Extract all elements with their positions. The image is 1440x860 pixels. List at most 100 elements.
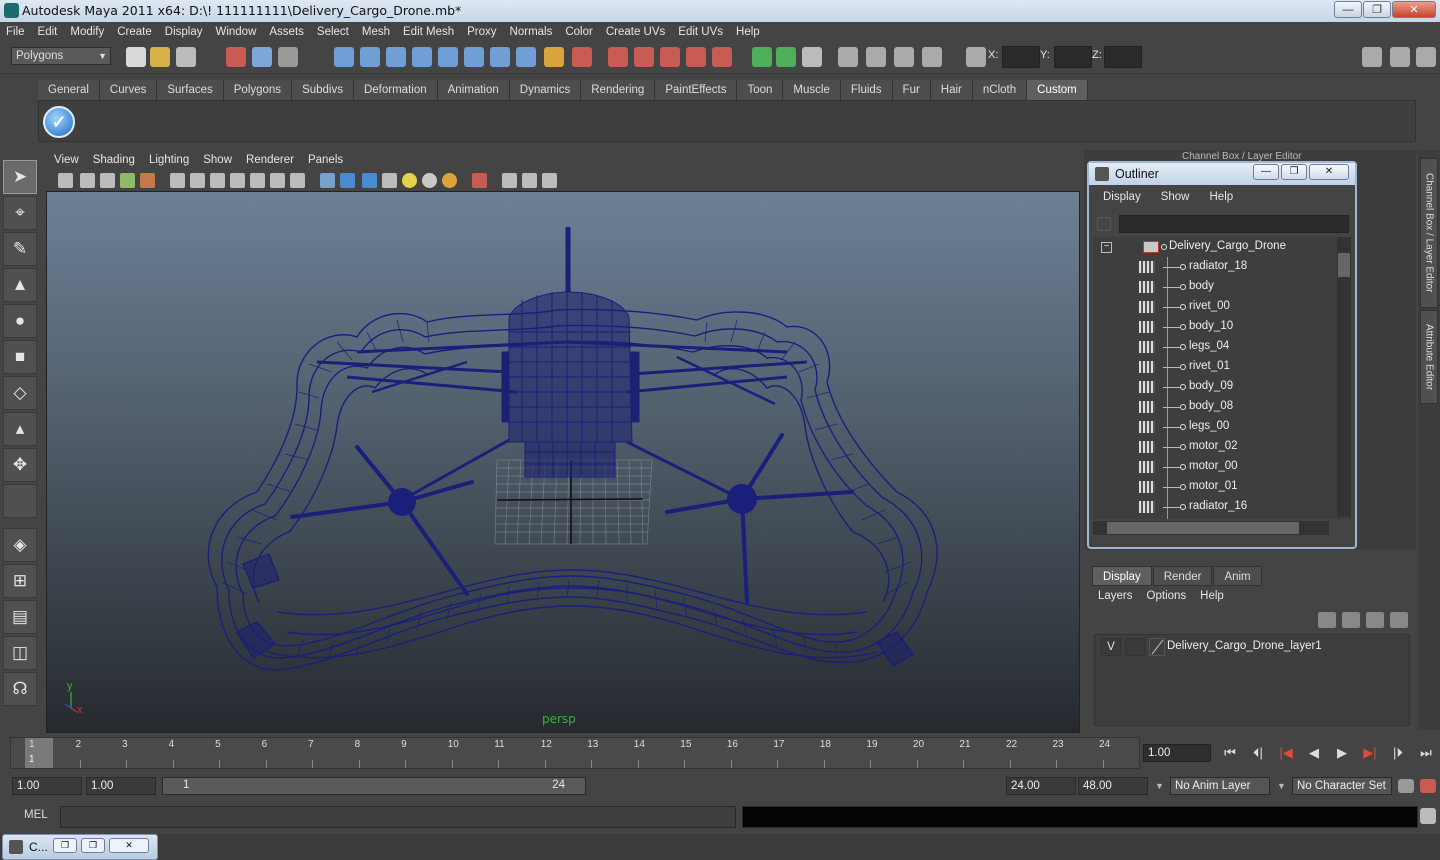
move-layer-up-icon[interactable] (1318, 612, 1336, 628)
menu-file[interactable]: File (6, 26, 25, 38)
collapse-icon[interactable]: − (1101, 242, 1112, 253)
show-manipulator-icon[interactable]: ✥ (3, 448, 37, 482)
camera-icon[interactable] (866, 47, 886, 67)
four-view-layout-icon[interactable]: ⊞ (3, 564, 37, 598)
anim-layer-dropdown[interactable]: ▼ No Anim Layer (1155, 777, 1270, 795)
make-live-icon[interactable] (438, 47, 458, 67)
outliner-item[interactable]: rivet_01 (1093, 357, 1333, 377)
tab-channel-box[interactable]: Channel Box / Layer Editor (1420, 158, 1438, 308)
current-frame-field[interactable]: 1.00 (1143, 744, 1211, 762)
safe-action-icon[interactable] (270, 173, 285, 188)
preferences-icon[interactable] (1420, 779, 1436, 793)
outliner-menu-help[interactable]: Help (1210, 191, 1234, 203)
shelf-tab-animation[interactable]: Animation (437, 80, 510, 100)
textured-icon[interactable] (382, 173, 397, 188)
menu-create[interactable]: Create (117, 26, 152, 38)
wireframe-icon[interactable] (320, 173, 335, 188)
outliner-filter-input[interactable] (1119, 215, 1349, 233)
menu-edit-uvs[interactable]: Edit UVs (678, 26, 723, 38)
menu-set-dropdown[interactable]: Polygons ▼ (11, 47, 111, 65)
paint-select-icon[interactable]: ✎ (3, 232, 37, 266)
layer-menu-options[interactable]: Options (1147, 590, 1187, 602)
playback-end-field[interactable]: 24.00 (1006, 777, 1076, 795)
attribute-editor-toggle-icon[interactable] (802, 47, 822, 67)
snap-grid-icon[interactable] (334, 47, 354, 67)
safe-title-icon[interactable] (290, 173, 305, 188)
select-object-icon[interactable] (252, 47, 272, 67)
start-time-field[interactable]: 1.00 (12, 777, 82, 795)
menu-edit-mesh[interactable]: Edit Mesh (403, 26, 454, 38)
shelf-tab-general[interactable]: General (38, 80, 100, 100)
channel-box-icon[interactable] (1390, 47, 1410, 67)
new-scene-icon[interactable] (126, 47, 146, 67)
xray-joints-icon[interactable] (522, 173, 537, 188)
construction-history-icon[interactable] (572, 47, 592, 67)
save-scene-icon[interactable] (176, 47, 196, 67)
maximize-button[interactable]: ❐ (1363, 1, 1391, 18)
select-component-icon[interactable] (278, 47, 298, 67)
snap-curve-icon[interactable] (360, 47, 380, 67)
sidebar-toggle-icon[interactable] (752, 47, 772, 67)
outliner-horizontal-scrollbar[interactable] (1093, 521, 1329, 535)
shelf-tab-fluids[interactable]: Fluids (840, 80, 893, 100)
minimized-window[interactable]: C... ❐ ❐ ✕ (2, 834, 158, 860)
outliner-item[interactable]: body_10 (1093, 317, 1333, 337)
menu-window[interactable]: Window (215, 26, 256, 38)
input-ops-icon[interactable] (464, 47, 484, 67)
xray-icon[interactable] (502, 173, 517, 188)
checkmark-icon[interactable]: ✓ (43, 106, 75, 138)
viewport-menu-panels[interactable]: Panels (308, 154, 343, 166)
outliner-item[interactable]: radiator_16 (1093, 497, 1333, 517)
minimized-restore-button[interactable]: ❐ (53, 838, 77, 853)
outliner-scroll-thumb[interactable] (1338, 253, 1350, 277)
menu-create-uvs[interactable]: Create UVs (606, 26, 665, 38)
layer-menu-help[interactable]: Help (1200, 590, 1224, 602)
layer-row[interactable]: V Delivery_Cargo_Drone_layer1 (1099, 638, 1399, 656)
outliner-menu-display[interactable]: Display (1103, 191, 1141, 203)
absolute-transform-icon[interactable] (966, 47, 986, 67)
shelf-tab-muscle[interactable]: Muscle (783, 80, 841, 100)
render-current-frame-icon[interactable] (608, 47, 628, 67)
playback-start-field[interactable]: 1.00 (86, 777, 156, 795)
command-language-label[interactable]: MEL (24, 809, 48, 821)
layer-visibility-toggle[interactable]: V (1101, 638, 1121, 656)
outliner-root-row[interactable]: − Delivery_Cargo_Drone (1093, 237, 1333, 257)
isolate-select-icon[interactable] (472, 173, 487, 188)
ipr-render-icon[interactable] (634, 47, 654, 67)
shelf-tab-polygons[interactable]: Polygons (223, 80, 293, 100)
end-time-field[interactable]: 48.00 (1078, 777, 1148, 795)
layer-tab-render[interactable]: Render (1152, 566, 1213, 586)
range-slider[interactable]: 1 24 (162, 777, 586, 795)
lock-icon[interactable] (544, 47, 564, 67)
filter-icon[interactable] (1097, 217, 1111, 231)
go-to-start-button[interactable]: ⏮ (1216, 745, 1244, 763)
outliner-item[interactable]: motor_00 (1093, 457, 1333, 477)
layer-tab-display[interactable]: Display (1092, 566, 1152, 586)
pivot-icon[interactable] (922, 47, 942, 67)
shelf-tab-subdivs[interactable]: Subdivs (292, 80, 354, 100)
outliner-menu-show[interactable]: Show (1161, 191, 1190, 203)
channel-box-toggle-icon[interactable] (776, 47, 796, 67)
persp-graph-layout-icon[interactable]: ◫ (3, 636, 37, 670)
perspective-viewport[interactable]: y x persp (46, 191, 1080, 733)
menu-mesh[interactable]: Mesh (362, 26, 390, 38)
outliner-item[interactable]: legs_04 (1093, 337, 1333, 357)
character-set-dropdown[interactable]: ▼ No Character Set (1277, 777, 1392, 795)
play-backwards-button[interactable]: ◀ (1300, 745, 1328, 763)
outliner-item[interactable]: rivet_00 (1093, 297, 1333, 317)
shelf-tab-ncloth[interactable]: nCloth (972, 80, 1028, 100)
field-chart-icon[interactable] (250, 173, 265, 188)
hypershade-layout-icon[interactable]: ☊ (3, 672, 37, 706)
shelf-tab-fur[interactable]: Fur (892, 80, 931, 100)
outliner-maximize-button[interactable]: ❐ (1281, 164, 1307, 180)
output-ops-icon[interactable] (490, 47, 510, 67)
menu-edit[interactable]: Edit (38, 26, 58, 38)
shelf-tab-deformation[interactable]: Deformation (353, 80, 438, 100)
z-field[interactable] (1104, 46, 1142, 68)
menu-display[interactable]: Display (165, 26, 203, 38)
go-to-end-button[interactable]: ⏭ (1412, 745, 1440, 763)
use-all-lights-icon[interactable] (402, 173, 417, 188)
gate-mask-icon[interactable] (230, 173, 245, 188)
menu-modify[interactable]: Modify (70, 26, 104, 38)
shelf-tab-surfaces[interactable]: Surfaces (157, 80, 224, 100)
